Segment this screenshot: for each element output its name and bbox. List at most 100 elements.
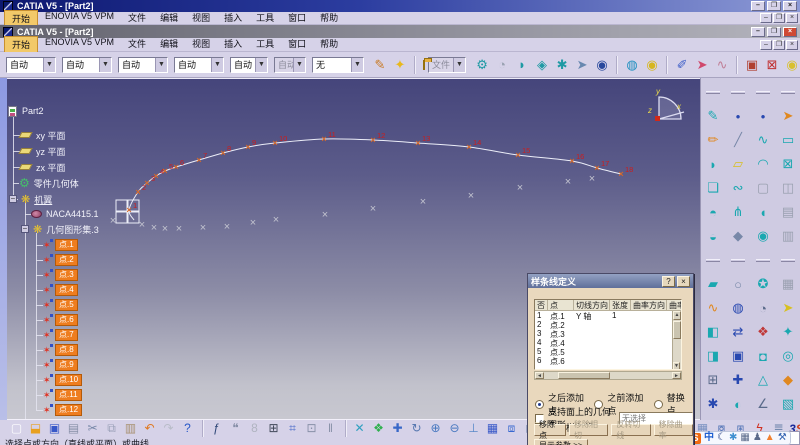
menu-插入[interactable]: 插入 (217, 10, 249, 27)
ghost-icon[interactable]: ▢ (751, 176, 776, 200)
circle-icon[interactable]: ○ (726, 272, 751, 296)
close-button[interactable]: × (783, 1, 797, 11)
tri-icon[interactable]: △ (751, 368, 776, 392)
half1-icon[interactable]: ◧ (701, 320, 726, 344)
graphic-properties-combo-4[interactable]: 自动 ▼ (174, 56, 224, 73)
dia2-icon[interactable]: ◆ (776, 368, 800, 392)
account-icon[interactable]: ♟ (753, 432, 762, 444)
open-icon[interactable]: ⬓ (27, 421, 44, 437)
toolbar-drag-handle[interactable] (781, 258, 795, 262)
boxed-icon[interactable]: ⊠ (776, 152, 800, 176)
table-row[interactable]: 4 点.4 (535, 338, 681, 347)
toolbar-drag-handle[interactable] (706, 90, 720, 94)
restore-button[interactable]: ❐ (767, 26, 781, 37)
copy-icon[interactable]: ⧉ (103, 421, 120, 437)
tree-item-xy-plane[interactable]: xy 平面 (18, 129, 66, 141)
trim-icon[interactable]: ⋔ (726, 200, 751, 224)
menu-工具[interactable]: 工具 (249, 10, 281, 27)
tree-item-part-body[interactable]: ⚙ 零件几何体 (19, 176, 79, 190)
mdi-close-button[interactable]: × (786, 13, 798, 23)
dome-icon[interactable]: ◘ (751, 344, 776, 368)
frame-x-tool-icon[interactable]: ⊠ (763, 56, 781, 74)
mdi-minimize-button[interactable]: – (760, 13, 772, 23)
point-icon[interactable]: • (726, 104, 751, 128)
menu-ENOVIA V5 VPM[interactable]: ENOVIA V5 VPM (38, 36, 121, 53)
scroll-right-icon[interactable]: ► (672, 372, 681, 379)
cut-icon[interactable]: ✂ (84, 421, 101, 437)
tree-item-点.5[interactable]: ✶ 点.5 (43, 299, 78, 311)
minimize-button[interactable]: – (751, 26, 765, 37)
menu-文件[interactable]: 文件 (121, 10, 153, 27)
arrow2-icon[interactable]: ➤ (776, 296, 800, 320)
help-icon[interactable]: ? (179, 421, 196, 437)
menu-视图[interactable]: 视图 (185, 36, 217, 53)
frame-tool-icon[interactable]: ▣ (743, 56, 761, 74)
toolbar-drag-handle[interactable] (731, 258, 745, 262)
night-mode-icon[interactable]: ☾ (717, 432, 726, 444)
tree-item-点.2[interactable]: ✶ 点.2 (43, 254, 78, 266)
scrollbar-thumb[interactable] (558, 372, 610, 379)
graphic-properties-combo-3[interactable]: 自动 ▼ (118, 56, 168, 73)
halfmoon2-icon[interactable]: ◒ (701, 224, 726, 248)
close-button[interactable]: × (783, 26, 797, 37)
tree-root-part[interactable]: Part2 (8, 105, 44, 117)
table-row[interactable]: 5 点.5 (535, 347, 681, 356)
tree-item-点.3[interactable]: ✶ 点.3 (43, 269, 78, 281)
fx-icon[interactable]: ƒ (208, 421, 225, 437)
pencil-icon[interactable]: ✏ (701, 128, 726, 152)
cube-icon[interactable]: ▭ (776, 128, 800, 152)
zoom-in-icon[interactable]: ⊕ (427, 421, 444, 437)
plane-icon[interactable]: ▱ (726, 152, 751, 176)
clothes-icon[interactable]: ▲ (765, 432, 775, 444)
3d-viewport[interactable]: × × × × × × × × × × × × × × × × × 1 × 2 × 3 × 4 × 5 × 6 × 7 × 8 × 9 × 10 × 11… (0, 78, 700, 445)
tree-item-点.11[interactable]: ✶ 点.11 (43, 389, 82, 401)
tree-item-zx-plane[interactable]: zx 平面 (18, 161, 66, 173)
table-row[interactable]: 1 点.1 Y 轴 1 (535, 311, 681, 320)
tree-item-点.1[interactable]: ✶ 点.1 (43, 239, 78, 251)
dialog-titlebar[interactable]: 样条线定义 ? × (528, 274, 693, 288)
fly-tool-icon[interactable]: ➤ (573, 56, 591, 74)
chinese-mode-icon[interactable]: 中 (704, 432, 714, 444)
bird-icon[interactable]: ➤ (776, 104, 800, 128)
menu-文件[interactable]: 文件 (121, 36, 153, 53)
menu-视图[interactable]: 视图 (185, 10, 217, 27)
normal-view-icon[interactable]: ⊥ (465, 421, 482, 437)
table-row[interactable]: 2 点.2 (535, 320, 681, 329)
badge-tool-icon[interactable]: ◉ (783, 56, 800, 74)
table-row[interactable]: 6 点.6 (535, 356, 681, 365)
arrow-surface-tool-icon[interactable]: ➤ (693, 56, 711, 74)
split-icon[interactable]: ‖ (322, 421, 339, 437)
bar-icon[interactable]: ▰ (701, 272, 726, 296)
menu-工具[interactable]: 工具 (249, 36, 281, 53)
catalog-tool-icon[interactable]: ◉ (643, 56, 661, 74)
hatch-icon[interactable]: ▧ (776, 392, 800, 416)
fit-all-icon[interactable]: ❖ (370, 421, 387, 437)
graphic-properties-combo-5[interactable]: 自动 ▼ (230, 56, 268, 73)
surface-tool-icon[interactable]: ◈ (533, 56, 551, 74)
toolbar-drag-handle[interactable] (781, 90, 795, 94)
toolbar-drag-handle[interactable] (756, 258, 770, 262)
menu-编辑[interactable]: 编辑 (153, 10, 185, 27)
spark-icon[interactable]: ✦ (776, 320, 800, 344)
target-icon[interactable]: ◉ (751, 224, 776, 248)
移除点-button[interactable]: 移除点 (534, 420, 566, 440)
ring-icon[interactable]: ◎ (776, 344, 800, 368)
column-header-6[interactable]: 曲率半径 (667, 300, 681, 311)
doc-minimize-button[interactable]: – (760, 39, 772, 50)
print-icon[interactable]: ▤ (65, 421, 82, 437)
pcs-icon[interactable]: ❖ (751, 320, 776, 344)
maximize-button[interactable]: ❐ (767, 1, 781, 11)
menu-开始[interactable]: 开始 (4, 9, 39, 27)
structure-icon[interactable]: ⌗ (284, 421, 301, 437)
dialog-close-button[interactable]: × (677, 275, 690, 287)
toolbar-drag-handle[interactable] (756, 90, 770, 94)
menu-窗口[interactable]: 窗口 (281, 10, 313, 27)
graphic-properties-combo-6[interactable]: 自动 ▼ (274, 56, 306, 73)
star-icon[interactable]: ✪ (751, 272, 776, 296)
column-header-4[interactable]: 张度 (610, 300, 631, 311)
expander-wing[interactable]: – (9, 195, 17, 203)
table-vertical-scrollbar[interactable]: ▲ ▼ (672, 311, 681, 369)
rotate-icon[interactable]: ↻ (408, 421, 425, 437)
calculator-icon[interactable]: ⊞ (265, 421, 282, 437)
menu-开始[interactable]: 开始 (4, 36, 39, 53)
